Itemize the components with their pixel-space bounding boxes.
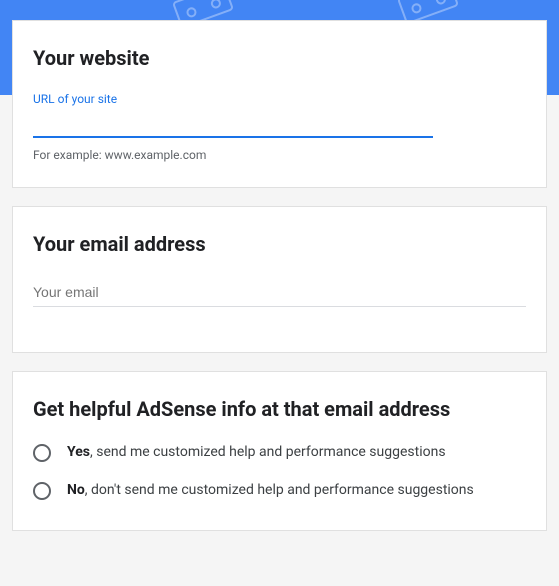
website-title: Your website	[33, 46, 526, 70]
url-field-label: URL of your site	[33, 92, 526, 106]
url-input[interactable]	[33, 110, 433, 138]
email-input[interactable]	[33, 278, 526, 307]
email-card: Your email address	[12, 206, 547, 353]
consent-card: Get helpful AdSense info at that email a…	[12, 371, 547, 531]
website-card: Your website URL of your site For exampl…	[12, 20, 547, 188]
consent-radio-no[interactable]: No, don't send me customized help and pe…	[33, 481, 526, 501]
radio-icon	[33, 444, 51, 462]
consent-title: Get helpful AdSense info at that email a…	[33, 397, 526, 421]
consent-radio-yes[interactable]: Yes, send me customized help and perform…	[33, 443, 526, 463]
email-title: Your email address	[33, 232, 526, 256]
consent-yes-label: Yes, send me customized help and perform…	[67, 443, 446, 463]
radio-icon	[33, 482, 51, 500]
url-helper-text: For example: www.example.com	[33, 148, 526, 162]
consent-radio-group: Yes, send me customized help and perform…	[33, 443, 526, 500]
consent-no-label: No, don't send me customized help and pe…	[67, 481, 474, 501]
